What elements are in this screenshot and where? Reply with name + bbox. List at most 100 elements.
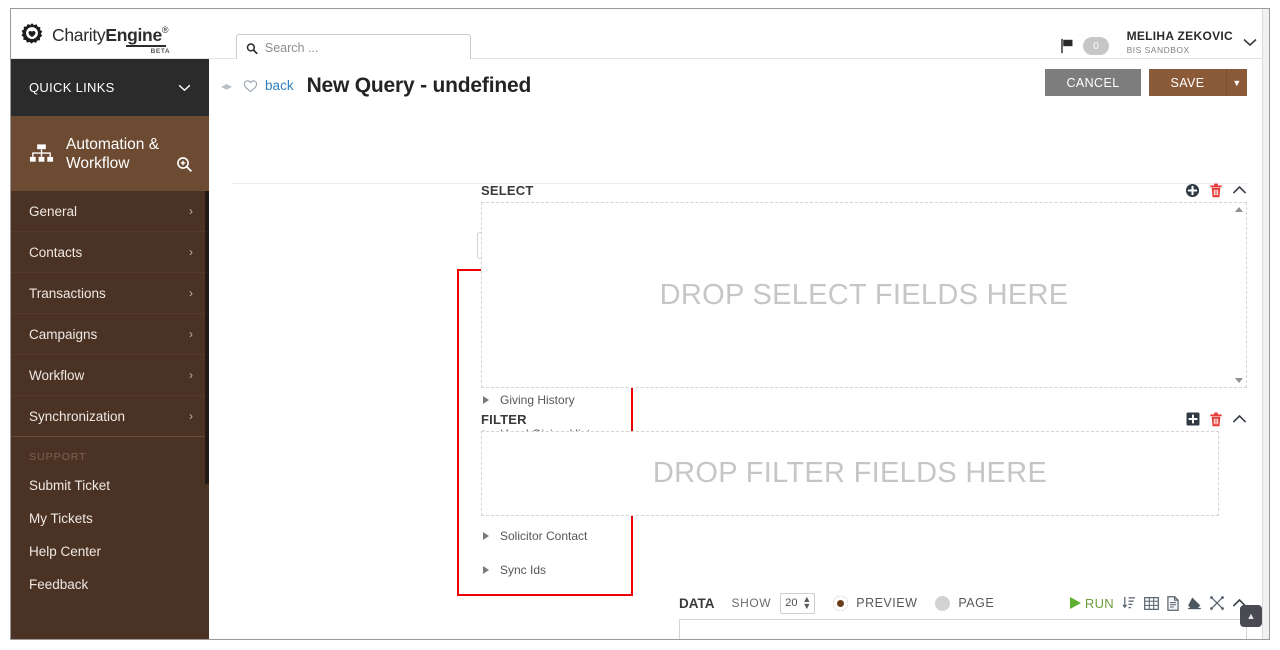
tree-node-sync-ids[interactable]: Sync Ids [459, 553, 631, 587]
delete-trash-icon[interactable] [1209, 412, 1223, 427]
eraser-clear-icon[interactable] [1187, 596, 1202, 610]
add-circle-icon[interactable] [1185, 183, 1200, 198]
sidebar-item-submit-ticket[interactable]: Submit Ticket [11, 469, 209, 502]
application-window: CharityEngine® BETA 0 MELIHA ZEKOVIC BIS… [10, 8, 1270, 640]
export-file-icon[interactable] [1167, 595, 1179, 611]
data-panel-icons: RUN [1069, 596, 1247, 611]
page-mode-option[interactable]: PAGE [935, 595, 995, 611]
select-dropzone-scrollbar[interactable] [1233, 204, 1245, 386]
chevron-right-icon: › [189, 286, 193, 300]
heart-outline-icon[interactable] [243, 79, 258, 93]
brand-name: CharityEngine® BETA [52, 24, 170, 55]
header-actions: CANCEL SAVE ▼ [1045, 69, 1247, 96]
chevron-down-icon [178, 84, 191, 91]
brand-name-light: Charity [52, 24, 106, 45]
select-dropzone[interactable]: DROP SELECT FIELDS HERE [481, 202, 1247, 388]
top-bar: CharityEngine® BETA 0 MELIHA ZEKOVIC BIS… [11, 9, 1269, 62]
sidebar-item-transactions[interactable]: Transactions › [11, 273, 209, 314]
sidebar-item-workflow[interactable]: Workflow › [11, 355, 209, 396]
preview-mode-option[interactable]: PREVIEW [833, 595, 917, 611]
sidebar-item-contacts[interactable]: Contacts › [11, 232, 209, 273]
grid-table-icon[interactable] [1144, 596, 1159, 610]
brand-logo[interactable]: CharityEngine® BETA [19, 19, 209, 55]
global-search[interactable] [236, 34, 471, 62]
chevron-right-icon: › [189, 327, 193, 341]
stepper-arrows-icon[interactable]: ▲ ▼ [802, 595, 811, 611]
sidebar-item-general[interactable]: General › [11, 191, 209, 232]
select-panel-header: SELECT [481, 179, 1247, 201]
sidebar-item-campaigns[interactable]: Campaigns › [11, 314, 209, 355]
flag-notifications[interactable]: 0 [1060, 37, 1109, 55]
expand-caret-icon [483, 566, 489, 574]
run-label: RUN [1084, 595, 1114, 611]
add-square-icon[interactable] [1186, 412, 1200, 426]
zoom-in-icon[interactable] [176, 156, 193, 173]
show-count-value: 20 [785, 597, 798, 609]
expand-caret-icon [483, 532, 489, 540]
filter-panel-icons [1186, 412, 1247, 427]
collapse-chevron-up-icon[interactable] [1232, 185, 1247, 195]
cancel-button[interactable]: CANCEL [1045, 69, 1141, 96]
brand-beta-tag: BETA [150, 47, 171, 55]
filter-panel-title: FILTER [481, 411, 527, 427]
run-play-icon [1069, 597, 1081, 609]
data-results-area[interactable] [679, 619, 1247, 639]
chevron-down-icon [1243, 38, 1257, 46]
sidebar-item-label: Contacts [29, 244, 83, 260]
support-item-label: My Tickets [29, 511, 93, 526]
sidebar-item-synchronization[interactable]: Synchronization › [11, 396, 209, 437]
page-label: PAGE [958, 596, 995, 610]
save-options-caret-button[interactable]: ▼ [1226, 69, 1247, 96]
brand-underline [126, 45, 167, 47]
search-input[interactable] [264, 41, 461, 55]
show-count-stepper[interactable]: 20 ▲ ▼ [780, 592, 816, 614]
support-section-label: SUPPORT [29, 451, 87, 463]
tree-node-label: Giving History [500, 393, 575, 407]
sidebar-item-label: Transactions [29, 285, 106, 301]
page-radio[interactable] [935, 595, 951, 611]
sidebar-quick-links[interactable]: QUICK LINKS [11, 59, 209, 116]
flag-count-badge: 0 [1083, 37, 1109, 55]
delete-trash-icon[interactable] [1209, 183, 1223, 198]
sidebar: QUICK LINKS Automation & Workflow Genera… [11, 59, 209, 639]
back-link[interactable]: back [265, 78, 294, 93]
filter-dropzone[interactable]: DROP FILTER FIELDS HERE [481, 431, 1219, 516]
record-nav-arrows[interactable]: ◂▸ [221, 79, 232, 93]
quick-links-label: QUICK LINKS [29, 80, 115, 95]
sidebar-module-header[interactable]: Automation & Workflow [11, 116, 209, 191]
module-title: Automation & Workflow [66, 135, 160, 172]
chevron-right-icon: › [189, 204, 193, 218]
scroll-up-arrow-icon[interactable] [1235, 207, 1243, 212]
preview-radio[interactable] [833, 595, 849, 611]
brand-name-bold: Engine [105, 24, 162, 45]
run-query-button[interactable]: RUN [1069, 596, 1114, 611]
sidebar-item-my-tickets[interactable]: My Tickets [11, 502, 209, 535]
support-item-label: Submit Ticket [29, 478, 111, 493]
gear-heart-logo-icon [21, 23, 43, 44]
window-scrollbar[interactable] [1262, 9, 1269, 639]
show-label: SHOW [731, 596, 772, 610]
scroll-down-arrow-icon[interactable] [1235, 378, 1243, 383]
sort-descending-icon[interactable] [1122, 596, 1136, 610]
sitemap-icon [29, 143, 54, 162]
data-panel-header: DATA SHOW 20 ▲ ▼ PREVIEW PAGE RUN [679, 590, 1247, 616]
user-menu[interactable]: MELIHA ZEKOVIC BIS SANDBOX [1127, 29, 1257, 55]
flag-icon [1061, 38, 1073, 54]
tree-node-solicitor-contact[interactable]: Solicitor Contact [459, 519, 631, 553]
user-organization: BIS SANDBOX [1126, 45, 1190, 55]
support-item-label: Help Center [29, 544, 102, 559]
sidebar-support-list: Submit Ticket My Tickets Help Center Fee… [11, 469, 209, 601]
main-content: ◂▸ back New Query - undefined CANCEL SAV… [209, 59, 1269, 639]
brand-trademark: ® [161, 24, 169, 35]
save-button[interactable]: SAVE [1149, 69, 1226, 96]
select-panel-title: SELECT [481, 182, 534, 198]
sidebar-item-feedback[interactable]: Feedback [11, 568, 209, 601]
sidebar-item-help-center[interactable]: Help Center [11, 535, 209, 568]
collapse-chevron-up-icon[interactable] [1232, 414, 1247, 424]
page-title: New Query - undefined [306, 73, 532, 97]
expand-fullscreen-icon[interactable] [1210, 596, 1224, 610]
chevron-right-icon: › [189, 368, 193, 382]
chevron-right-icon: › [189, 245, 193, 259]
scroll-to-top-button[interactable]: ▲ [1240, 605, 1262, 627]
tree-node-label: Solicitor Contact [500, 529, 588, 543]
